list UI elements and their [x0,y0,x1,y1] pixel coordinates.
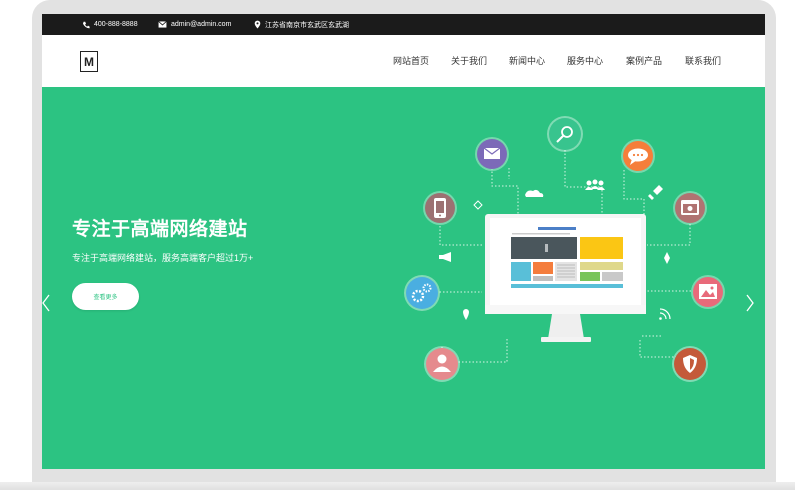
monitor-icon [485,214,646,342]
cloud-icon [525,189,544,197]
email-address: admin@admin.com [171,21,232,28]
mail-icon [158,21,167,28]
nav-item-home[interactable]: 网站首页 [393,54,429,67]
nav-item-cases[interactable]: 案例产品 [626,54,662,67]
chat-circle-icon [621,139,655,173]
gears-circle-icon [404,275,440,311]
user-circle-icon [424,346,460,382]
nav-item-contact[interactable]: 联系我们 [685,54,721,67]
nav-item-services[interactable]: 服务中心 [567,54,603,67]
browser-circle-icon [673,191,707,225]
diamond-doodle-icon [664,252,670,264]
rocket-icon [648,185,663,200]
device-base [0,482,795,490]
phone-icon [82,21,90,29]
pin-doodle-icon [463,309,469,320]
wifi-icon [659,308,671,320]
phone-circle-icon [423,191,457,225]
nav-item-news[interactable]: 新闻中心 [509,54,545,67]
link-icon [473,200,483,210]
megaphone-icon [439,252,451,262]
address-contact: 江苏省南京市玄武区玄武湖 [254,14,349,35]
email-contact[interactable]: admin@admin.com [158,14,231,35]
phone-contact[interactable]: 400-888-8888 [82,14,138,35]
phone-number: 400-888-8888 [94,21,138,28]
website-screen: 400-888-8888 admin@admin.com 江苏省南京市玄武区玄武… [42,14,765,469]
image-circle-icon [691,275,725,309]
address-text: 江苏省南京市玄武区玄武湖 [265,21,349,29]
site-logo[interactable]: M [80,51,98,72]
people-icon [585,179,605,190]
logo-letter: M [84,54,94,69]
mail-circle-icon [475,137,509,171]
search-circle-icon [547,116,583,152]
contact-bar: 400-888-8888 admin@admin.com 江苏省南京市玄武区玄武… [42,14,765,35]
nav-item-about[interactable]: 关于我们 [451,54,487,67]
web-design-illustration [404,116,725,382]
location-pin-icon [254,20,261,29]
main-navbar: M 网站首页 关于我们 新闻中心 服务中心 案例产品 联系我们 [42,35,765,87]
shield-circle-icon [672,346,708,382]
hero-banner: 专注于高端网络建站 专注于高端网络建站，服务高端客户超过1万+ 查看更多 [42,87,765,469]
